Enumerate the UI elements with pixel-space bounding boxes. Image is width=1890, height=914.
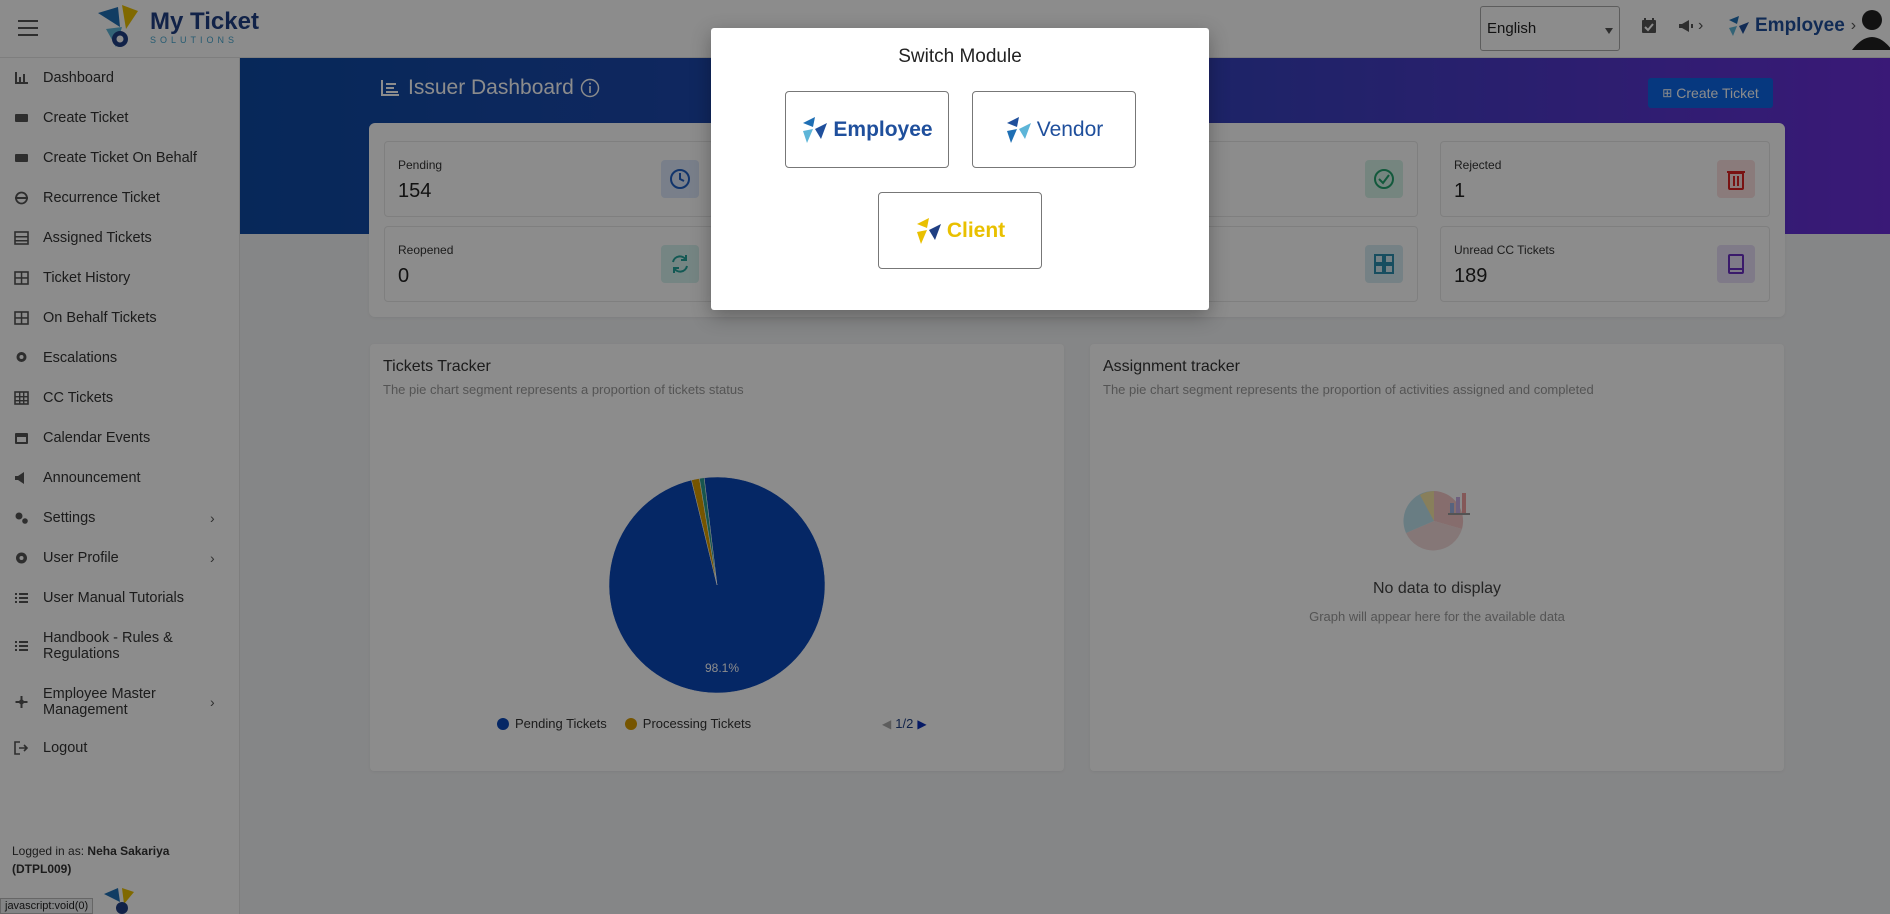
modal-title: Switch Module	[898, 46, 1022, 67]
vendor-logo-icon	[1006, 116, 1031, 143]
module-option-employee[interactable]: Employee	[785, 91, 949, 168]
employee-logo-icon	[803, 116, 828, 143]
switch-module-modal: Switch Module Employee Vendor Client	[711, 28, 1209, 310]
module-option-client[interactable]: Client	[878, 192, 1042, 269]
module-option-vendor[interactable]: Vendor	[972, 91, 1136, 168]
client-logo-icon	[916, 217, 941, 244]
